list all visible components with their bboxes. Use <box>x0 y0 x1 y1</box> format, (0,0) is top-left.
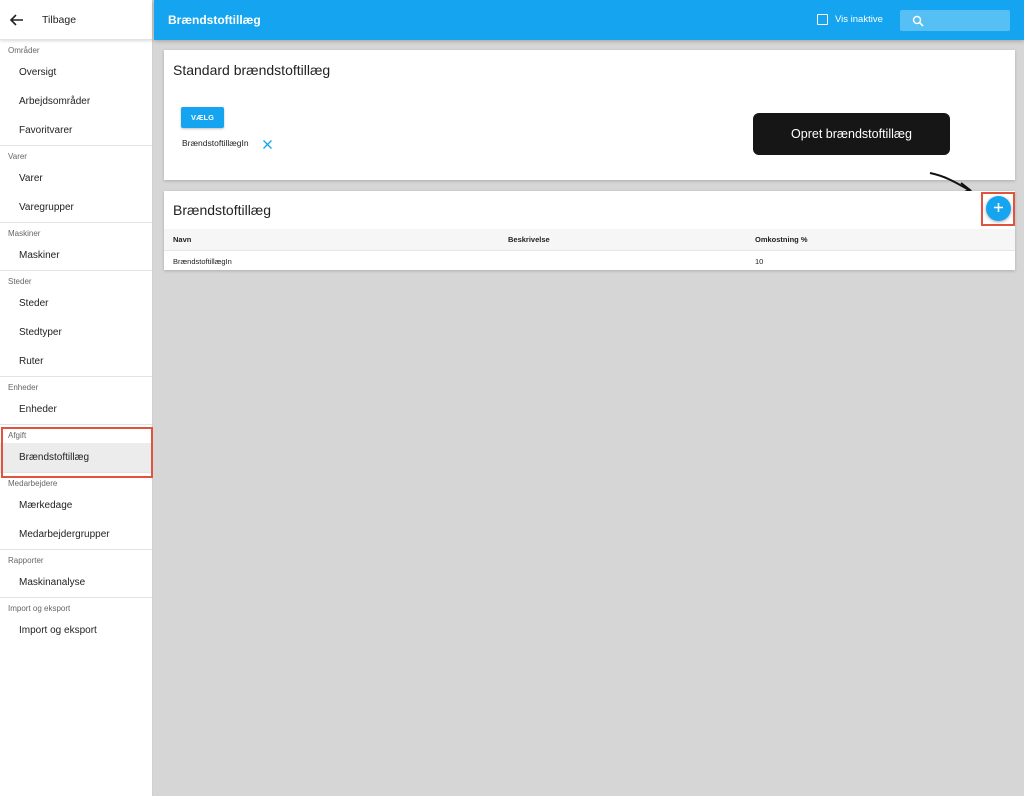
section-title: Enheder <box>8 383 39 392</box>
plus-icon <box>993 201 1004 216</box>
column-header-cost[interactable]: Omkostning % <box>755 229 808 250</box>
show-inactive-checkbox[interactable] <box>817 14 828 25</box>
search-input[interactable] <box>900 10 1010 31</box>
table-row[interactable]: BrændstoftillægIn 10 <box>164 250 1015 270</box>
sidebar-section-medarbejdere: Medarbejdere Mærkedage Medarbejdergruppe… <box>0 473 152 549</box>
add-button[interactable] <box>986 196 1011 221</box>
create-tooltip: Opret brændstoftillæg <box>753 113 950 155</box>
page-title: Brændstoftillæg <box>168 13 261 27</box>
sidebar-item-maerkedage[interactable]: Mærkedage <box>0 491 152 520</box>
table-cell: 10 <box>755 257 764 266</box>
sidebar-item-varegrupper[interactable]: Varegrupper <box>0 193 152 222</box>
search-icon <box>912 14 924 27</box>
sidebar-item-steder[interactable]: Steder <box>0 289 152 318</box>
sidebar-section-steder: Steder Steder Stedtyper Ruter <box>0 271 152 376</box>
sidebar-item-stedtyper[interactable]: Stedtyper <box>0 318 152 347</box>
section-title: Områder <box>8 46 40 55</box>
sidebar-section-rapporter: Rapporter Maskinanalyse <box>0 550 152 597</box>
sidebar-item-maskinanalyse[interactable]: Maskinanalyse <box>0 568 152 597</box>
sidebar-section-enheder: Enheder Enheder <box>0 377 152 424</box>
fuel-surcharge-list-card: Brændstoftillæg Navn Beskrivelse Omkostn… <box>164 191 1015 270</box>
sidebar-item-arbejdsomraader[interactable]: Arbejdsområder <box>0 87 152 116</box>
select-button[interactable]: VÆLG <box>181 107 224 128</box>
sidebar-item-import-eksport[interactable]: Import og eksport <box>0 616 152 645</box>
section-title: Import og eksport <box>8 604 71 613</box>
column-header-name[interactable]: Navn <box>173 229 191 250</box>
show-inactive-label[interactable]: Vis inaktive <box>835 14 883 25</box>
sidebar-section-import-eksport: Import og eksport Import og eksport <box>0 598 152 645</box>
sidebar-section-omraader: Områder Oversigt Arbejdsområder Favoritv… <box>0 40 152 145</box>
table-header: Navn Beskrivelse Omkostning % <box>164 229 1015 250</box>
sidebar-section-maskiner: Maskiner Maskiner <box>0 223 152 270</box>
sidebar-item-ruter[interactable]: Ruter <box>0 347 152 376</box>
selected-value: BrændstoftillægIn <box>182 138 249 148</box>
topbar: Brændstoftillæg Vis inaktive <box>154 0 1024 40</box>
sidebar-item-oversigt[interactable]: Oversigt <box>0 58 152 87</box>
section-title: Rapporter <box>8 556 44 565</box>
close-icon[interactable] <box>262 137 273 149</box>
sidebar-item-enheder[interactable]: Enheder <box>0 395 152 424</box>
sidebar-section-varer: Varer Varer Varegrupper <box>0 146 152 222</box>
sidebar-item-varer[interactable]: Varer <box>0 164 152 193</box>
sidebar: Tilbage Områder Oversigt Arbejdsområder … <box>0 0 153 796</box>
table-cell: BrændstoftillægIn <box>173 257 232 266</box>
section-title: Varer <box>8 152 27 161</box>
sidebar-item-medarbejdergrupper[interactable]: Medarbejdergrupper <box>0 520 152 549</box>
highlight-box-afgift <box>1 427 153 478</box>
back-label: Tilbage <box>42 13 77 26</box>
arrow-left-icon[interactable] <box>10 12 26 28</box>
section-title: Maskiner <box>8 229 41 238</box>
sidebar-item-favoritvarer[interactable]: Favoritvarer <box>0 116 152 145</box>
section-title: Steder <box>8 277 32 286</box>
sidebar-item-maskiner[interactable]: Maskiner <box>0 241 152 270</box>
back-button[interactable]: Tilbage <box>0 0 152 40</box>
card-title: Standard brændstoftillæg <box>173 62 331 78</box>
column-header-description[interactable]: Beskrivelse <box>508 229 550 250</box>
card-title: Brændstoftillæg <box>173 202 272 218</box>
